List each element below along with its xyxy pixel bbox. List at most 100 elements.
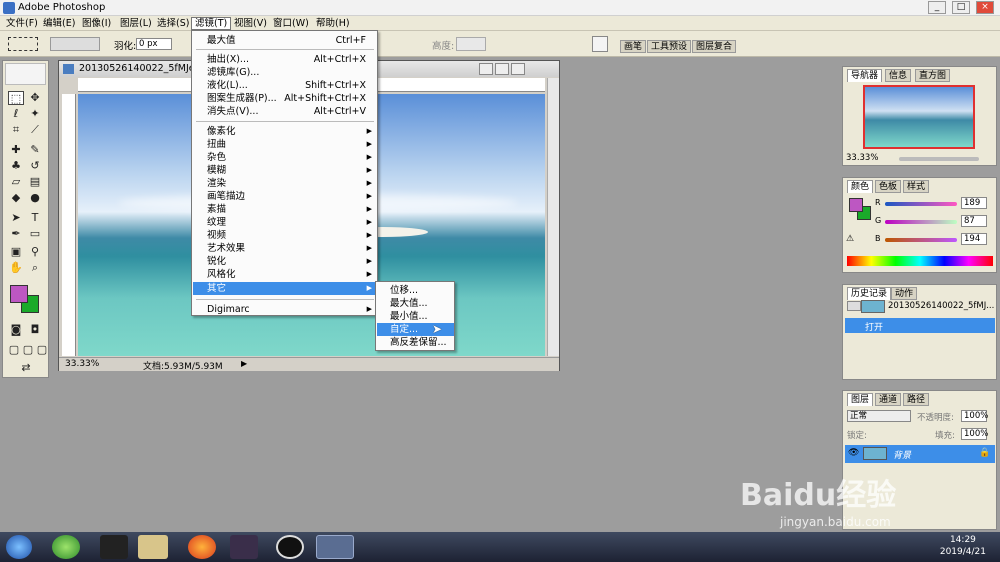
history-brush-icon[interactable]: ↺ xyxy=(27,159,43,173)
eyedropper-icon[interactable]: ⚲ xyxy=(27,245,43,259)
eye-icon[interactable]: 👁 xyxy=(848,448,859,458)
tab-actions[interactable]: 动作 xyxy=(891,287,918,300)
filter-gallery[interactable]: 滤镜库(G)... xyxy=(193,66,376,79)
other-high-pass[interactable]: 高反差保留... xyxy=(377,336,454,349)
screen-mode-3-icon[interactable]: ▢ xyxy=(34,343,50,357)
history-step-row[interactable]: 打开 xyxy=(845,318,995,333)
maximize-button[interactable]: □ xyxy=(952,1,970,14)
tab-styles[interactable]: 样式 xyxy=(903,180,930,193)
snapshot-brush-icon[interactable] xyxy=(847,301,861,311)
brush-icon[interactable]: ✎ xyxy=(27,143,43,157)
lasso-icon[interactable]: ℓ xyxy=(8,107,24,121)
zoom-icon[interactable]: ⌕ xyxy=(27,261,43,275)
menu-layer[interactable]: 图层(L) xyxy=(117,17,155,30)
eraser-icon[interactable]: ▱ xyxy=(8,175,24,189)
slice-icon[interactable]: ⟋ xyxy=(27,123,43,137)
tab-layers[interactable]: 图层 xyxy=(847,393,874,406)
layer-row-background[interactable]: 👁 背景 🔒 xyxy=(845,445,995,463)
tab-history[interactable]: 历史记录 xyxy=(847,287,892,300)
menu-image[interactable]: 图像(I) xyxy=(79,17,114,30)
tab-channels[interactable]: 通道 xyxy=(875,393,902,406)
tab-navigator[interactable]: 导航器 xyxy=(847,69,883,82)
zoom-level[interactable]: 33.33% xyxy=(65,359,99,369)
taskbar-app-green-icon[interactable] xyxy=(52,535,80,559)
doc-close-button[interactable] xyxy=(511,63,525,75)
filter-pixelate[interactable]: 像素化 ▶ xyxy=(193,125,376,138)
file-browser-icon[interactable] xyxy=(592,36,608,52)
menu-view[interactable]: 视图(V) xyxy=(231,17,270,30)
height-input[interactable] xyxy=(456,37,486,51)
taskbar-recorder-icon[interactable] xyxy=(276,535,304,559)
filter-pattern-maker[interactable]: 图案生成器(P)... Alt+Shift+Ctrl+X xyxy=(193,92,376,105)
tab-color[interactable]: 颜色 xyxy=(847,180,874,193)
pen-icon[interactable]: ✒ xyxy=(8,227,24,241)
tab-paths[interactable]: 路径 xyxy=(903,393,930,406)
filter-render[interactable]: 渲染 ▶ xyxy=(193,177,376,190)
taskbar-photoshop-icon[interactable] xyxy=(316,535,354,559)
taskbar-firefox-icon[interactable] xyxy=(188,535,216,559)
g-slider[interactable] xyxy=(885,220,957,224)
navigator-thumbnail[interactable] xyxy=(863,85,975,149)
filter-blur[interactable]: 模糊 ▶ xyxy=(193,164,376,177)
other-maximum[interactable]: 最大值... xyxy=(377,297,454,310)
healing-brush-icon[interactable]: ✚ xyxy=(8,143,24,157)
move-tool-icon[interactable]: ✥ xyxy=(27,91,43,105)
type-tool-icon[interactable]: T xyxy=(27,211,43,225)
b-slider[interactable] xyxy=(885,238,957,242)
selection-mode-buttons[interactable] xyxy=(50,37,100,51)
gradient-icon[interactable]: ▤ xyxy=(27,175,43,189)
navigator-zoom[interactable]: 33.33% xyxy=(846,153,878,163)
filter-sketch[interactable]: 素描 ▶ xyxy=(193,203,376,216)
filter-other[interactable]: 其它 ▶ xyxy=(193,282,376,295)
vertical-scrollbar[interactable] xyxy=(547,78,559,356)
standard-mode-icon[interactable]: ◙ xyxy=(8,323,24,337)
history-snapshot-label[interactable]: 20130526140022_5fMJ... xyxy=(888,301,994,311)
tab-histogram[interactable]: 直方图 xyxy=(915,69,951,82)
color-spectrum-bar[interactable] xyxy=(847,256,993,266)
dodge-icon[interactable]: ● xyxy=(27,191,43,205)
foreground-color-swatch[interactable] xyxy=(10,285,28,303)
blur-icon[interactable]: ◆ xyxy=(8,191,24,205)
doc-minimize-button[interactable] xyxy=(479,63,493,75)
color-fg-swatch[interactable] xyxy=(849,198,863,212)
menu-select[interactable]: 选择(S) xyxy=(154,17,192,30)
tab-tool-presets[interactable]: 工具预设 xyxy=(647,40,692,53)
g-value[interactable]: 87 xyxy=(961,215,987,227)
navigator-zoom-slider[interactable] xyxy=(899,157,979,161)
filter-liquify[interactable]: 液化(L)... Shift+Ctrl+X xyxy=(193,79,376,92)
marquee-tool-preset-icon[interactable] xyxy=(8,37,38,51)
taskbar-player-icon[interactable] xyxy=(230,535,258,559)
b-value[interactable]: 194 xyxy=(961,233,987,245)
menu-filter[interactable]: 滤镜(T) xyxy=(191,17,232,30)
r-slider[interactable] xyxy=(885,202,957,206)
menu-window[interactable]: 窗口(W) xyxy=(270,17,312,30)
close-button[interactable]: × xyxy=(976,1,994,14)
filter-last-maximum[interactable]: 最大值 Ctrl+F xyxy=(193,34,376,47)
filter-distort[interactable]: 扭曲 ▶ xyxy=(193,138,376,151)
shape-icon[interactable]: ▭ xyxy=(27,227,43,241)
jump-to-imageready-icon[interactable]: ⇄ xyxy=(8,361,44,375)
taskbar-explorer-icon[interactable] xyxy=(138,535,168,559)
tab-layer-comps[interactable]: 图层复合 xyxy=(692,40,737,53)
path-select-icon[interactable]: ➤ xyxy=(8,211,24,225)
filter-texture[interactable]: 纹理 ▶ xyxy=(193,216,376,229)
fill-value[interactable]: 100% xyxy=(961,428,988,440)
taskbar-qq-icon[interactable] xyxy=(100,535,128,559)
tab-swatches[interactable]: 色板 xyxy=(875,180,902,193)
other-custom[interactable]: 自定... xyxy=(377,323,454,336)
filter-brush-strokes[interactable]: 画笔描边 ▶ xyxy=(193,190,376,203)
doc-maximize-button[interactable] xyxy=(495,63,509,75)
filter-artistic[interactable]: 艺术效果 ▶ xyxy=(193,242,376,255)
notes-icon[interactable]: ▣ xyxy=(8,245,24,259)
status-arrow-icon[interactable]: ▶ xyxy=(241,359,247,368)
clone-stamp-icon[interactable]: ♣ xyxy=(8,159,24,173)
start-button[interactable] xyxy=(6,535,32,559)
quickmask-mode-icon[interactable]: ◘ xyxy=(27,323,43,337)
filter-sharpen[interactable]: 锐化 ▶ xyxy=(193,255,376,268)
clock[interactable]: 14:29 2019/4/21 xyxy=(940,534,986,558)
other-minimum[interactable]: 最小值... xyxy=(377,310,454,323)
hand-icon[interactable]: ✋ xyxy=(8,261,24,275)
filter-stylize[interactable]: 风格化 ▶ xyxy=(193,268,376,281)
menu-help[interactable]: 帮助(H) xyxy=(313,17,353,30)
filter-extract[interactable]: 抽出(X)... Alt+Ctrl+X xyxy=(193,53,376,66)
